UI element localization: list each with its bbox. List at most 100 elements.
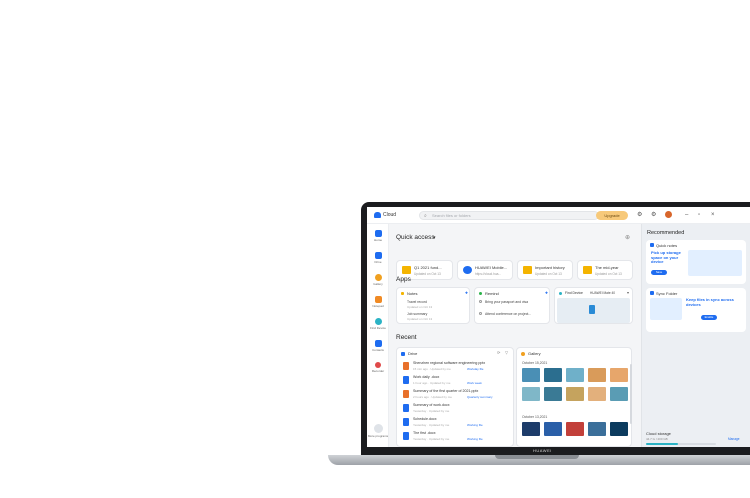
file-name: Summary of the first quarter of 2021.ppt… (413, 389, 479, 393)
file-name: Work daily .docx (413, 375, 440, 379)
app-window: Cloud ⌕ Search files or folders Upgrade … (367, 207, 750, 447)
file-meta: 1 hour ago · Updated by me (413, 381, 451, 385)
sidebar-item-home[interactable]: Home (367, 230, 389, 242)
gallery-title: Gallery (528, 351, 541, 356)
refresh-icon[interactable]: ⟳ (497, 350, 500, 355)
photo-thumbnail[interactable] (610, 422, 628, 436)
storage-progress-fill (646, 443, 678, 445)
file-row[interactable]: Summary of work.docx Yesterday · Updated… (401, 402, 511, 415)
card-title: Sync Folder (656, 291, 678, 296)
card-meta: Updated on Oct 13 (535, 272, 562, 276)
title-bar: Cloud ⌕ Search files or folders Upgrade … (367, 207, 750, 224)
card-title: The mid-year (595, 265, 619, 270)
sidebar-item-contacts[interactable]: Contacts (367, 340, 389, 352)
upgrade-button[interactable]: Upgrade (596, 211, 628, 220)
photo-thumbnail[interactable] (588, 368, 606, 382)
add-icon[interactable]: ✚ (545, 291, 548, 295)
quick-access-card[interactable]: The mid-year Updated on Oct 13 (577, 260, 633, 280)
filter-icon[interactable]: ▽ (505, 350, 508, 355)
drive-icon (374, 252, 382, 259)
file-location-link[interactable]: Workday file (467, 367, 483, 371)
quick-access-card[interactable]: HUAWEI Mobile... https://cloud.hua... (457, 260, 513, 280)
photo-thumbnail[interactable] (544, 387, 562, 401)
photo-thumbnail[interactable] (522, 387, 540, 401)
sidebar-item-find-device[interactable]: Find Device (367, 318, 389, 330)
sidebar-item-notepad[interactable]: Notepad (367, 296, 389, 308)
find-device-card[interactable]: Find Device HUAWEI Mate 40 ▾ (554, 287, 633, 324)
remind-app-card[interactable]: Remind ✚ Bring your passport and visa At… (474, 287, 550, 324)
photo-thumbnail[interactable] (522, 422, 540, 436)
minimize-icon[interactable]: – (685, 212, 688, 218)
photo-thumbnail[interactable] (588, 387, 606, 401)
sidebar-item-label: More programs (367, 434, 389, 438)
recorder-icon (375, 362, 381, 368)
sidebar-item-gallery[interactable]: Gallery (367, 274, 389, 286)
quick-notes-card[interactable]: Quick notes Pick up storage space on you… (646, 240, 746, 284)
add-icon[interactable]: ✚ (465, 291, 468, 295)
file-location-link[interactable]: Quarterly summary (467, 395, 493, 399)
photo-thumbnail[interactable] (544, 422, 562, 436)
sidebar-item-label: Notepad (372, 304, 384, 308)
docx-file-icon (403, 418, 409, 426)
file-location-link[interactable]: Working file (467, 437, 483, 441)
photo-thumbnail[interactable] (566, 368, 584, 382)
file-row[interactable]: Shenzhen regional software engineering p… (401, 360, 511, 373)
file-meta: Yesterday · Updated by me (413, 423, 450, 427)
folder-icon (523, 266, 532, 274)
photo-thumbnail[interactable] (566, 387, 584, 401)
checkbox-icon[interactable] (479, 312, 482, 315)
chevron-down-icon[interactable]: ▾ (433, 235, 436, 241)
card-title: Important history (535, 265, 565, 270)
laptop-notch (495, 455, 579, 459)
sync-folder-card[interactable]: Sync Folder Keep files in sync across de… (646, 288, 746, 332)
manage-link[interactable]: Manage (728, 437, 740, 441)
file-row[interactable]: Summary of the first quarter of 2021.ppt… (401, 388, 511, 401)
device-map[interactable] (557, 298, 630, 323)
notes-title: Notes (407, 291, 418, 296)
photo-thumbnail[interactable] (566, 422, 584, 436)
file-location-link[interactable]: Work week (467, 381, 482, 385)
more-icon[interactable]: ⊕ (625, 234, 630, 241)
device-name[interactable]: HUAWEI Mate 40 (590, 291, 615, 295)
chevron-down-icon[interactable]: ▾ (627, 290, 629, 295)
find-device-icon (559, 292, 562, 295)
find-device-icon (374, 318, 382, 325)
save-button[interactable]: Save (651, 270, 667, 275)
file-row[interactable]: Work daily .docx 1 hour ago · Updated by… (401, 374, 511, 387)
sidebar-item-more-programs[interactable]: More programs (367, 424, 389, 438)
photo-thumbnail[interactable] (544, 368, 562, 382)
phone-marker-icon (589, 305, 595, 314)
photo-thumbnail[interactable] (522, 368, 540, 382)
gallery-icon (521, 352, 525, 356)
notes-app-card[interactable]: Notes ✚ Travel record Updated on Oct 13 … (396, 287, 470, 324)
photo-thumbnail[interactable] (610, 387, 628, 401)
folder-icon (583, 266, 592, 274)
cloud-logo-icon (374, 212, 381, 218)
settings-gear-icon[interactable]: ⚙ (637, 212, 642, 218)
search-input[interactable]: ⌕ Search files or folders (419, 211, 599, 220)
pptx-file-icon (403, 390, 409, 398)
card-meta: Updated on Oct 13 (595, 272, 622, 276)
recent-title: Recent (396, 334, 417, 341)
photo-thumbnail[interactable] (610, 368, 628, 382)
remind-icon (479, 292, 482, 295)
avatar[interactable] (665, 211, 672, 218)
file-location-link[interactable]: Working file (467, 423, 483, 427)
card-meta: https://cloud.hua... (475, 272, 502, 276)
file-row[interactable]: The first .docx Yesterday · Updated by m… (401, 430, 511, 443)
sidebar-item-label: Find Device (370, 326, 386, 330)
card-title: Q1 2021 fund... (414, 265, 442, 270)
cloud-storage-title: Cloud storage (646, 431, 671, 436)
close-icon[interactable]: × (711, 212, 715, 218)
photo-thumbnail[interactable] (588, 422, 606, 436)
quick-access-card[interactable]: Important history Updated on Oct 13 (517, 260, 573, 280)
main-content: Quick access ▾ ⊕ Q1 2021 fund... Updated… (391, 224, 639, 447)
file-row[interactable]: Schedule.docx Yesterday · Updated by me … (401, 416, 511, 429)
scrollbar[interactable] (630, 364, 632, 424)
sidebar-item-drive[interactable]: Drive (367, 252, 389, 264)
checkbox-icon[interactable] (479, 300, 482, 303)
enable-button[interactable]: Enable (701, 315, 717, 320)
sidebar-item-recorder[interactable]: Recorder (367, 362, 389, 373)
gear-icon[interactable]: ⚙ (651, 212, 656, 218)
restore-icon[interactable]: ▫ (698, 212, 700, 218)
